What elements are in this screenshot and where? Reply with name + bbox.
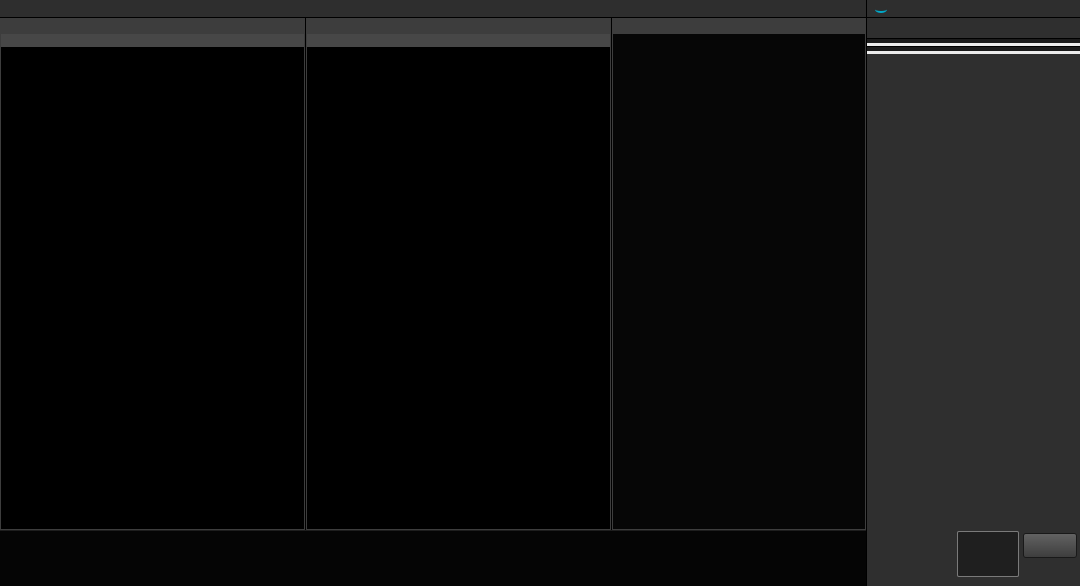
waveform-display[interactable]: [613, 34, 865, 529]
horizontal-scale-value: [958, 535, 1018, 540]
plot1-panel: [306, 18, 611, 530]
tektronix-logo: [872, 2, 887, 16]
menu-file[interactable]: [4, 7, 24, 11]
menu-bar: [0, 0, 866, 18]
right-panel: [866, 0, 1080, 586]
add-new-heading: [867, 18, 1080, 30]
horizontal-settings[interactable]: [957, 531, 1019, 577]
channel-bar: [0, 530, 866, 586]
add-new-button-grid: [867, 30, 1080, 38]
menu-help[interactable]: [64, 7, 84, 11]
brand-bar: [867, 0, 1080, 18]
meas2-table: [867, 51, 1080, 54]
meas2-results-section: [867, 46, 1080, 54]
plot3-column-headers: [1, 34, 304, 47]
plot3-titlebar[interactable]: [1, 19, 304, 34]
waveform-view-panel: [612, 18, 866, 530]
oscilloscope-app: [0, 0, 1080, 586]
plot1-titlebar[interactable]: [307, 19, 610, 34]
menu-edit[interactable]: [24, 7, 44, 11]
offline-button[interactable]: [1023, 533, 1077, 558]
meas1-results-section: [867, 38, 1080, 46]
menu-utility[interactable]: [44, 7, 64, 11]
waveform-view-titlebar[interactable]: [613, 19, 865, 34]
plot1-column-headers: [307, 34, 610, 47]
plot3-panel: [0, 18, 305, 530]
